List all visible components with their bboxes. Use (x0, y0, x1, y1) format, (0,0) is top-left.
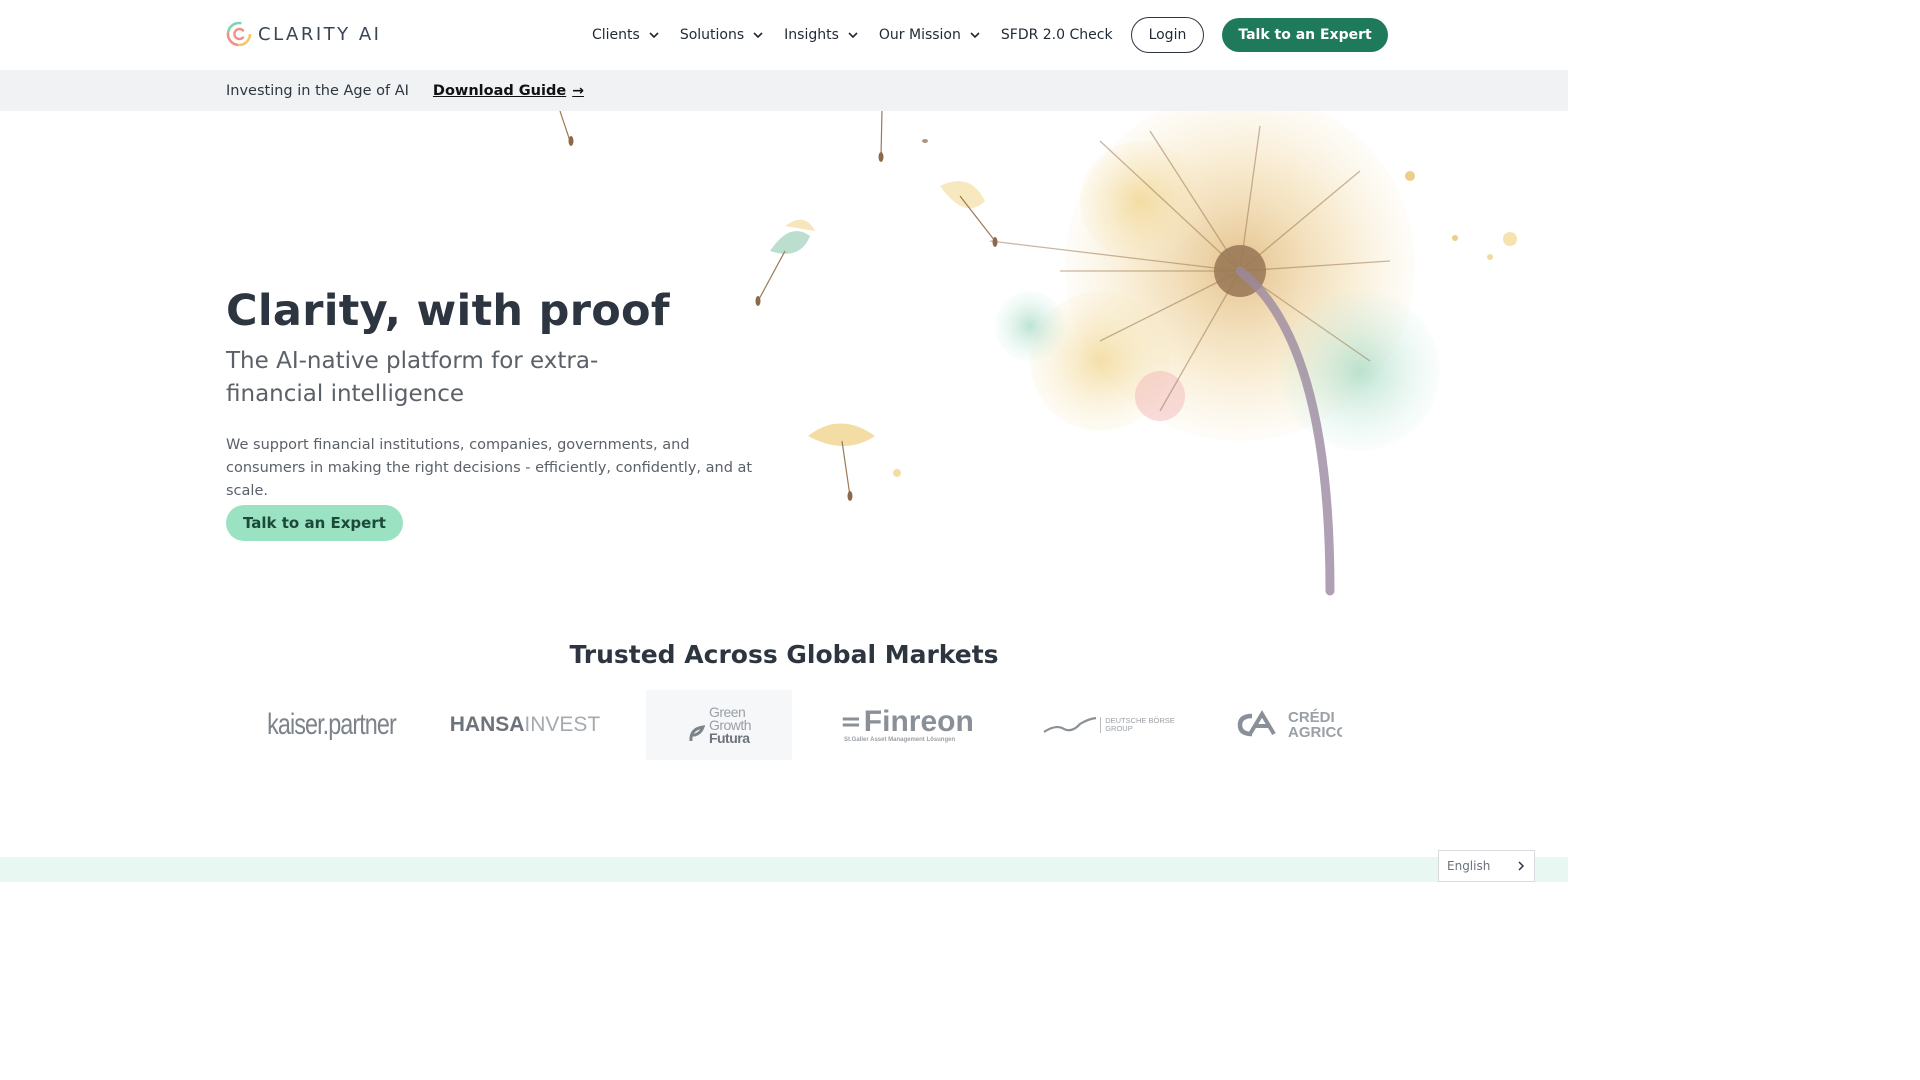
trusted-section-title: Trusted Across Global Markets (569, 640, 999, 669)
nav-clients[interactable]: Clients (592, 27, 660, 43)
language-selector[interactable]: English (1438, 850, 1535, 882)
banner-text: Investing in the Age of AI (226, 82, 409, 99)
download-guide-label: Download Guide (432, 82, 567, 99)
credit-agricole-logo: CRÉDI AGRICO (1236, 690, 1342, 760)
credit-agricole-mark-icon (1237, 710, 1276, 737)
finreon-wordmark: Finreon (863, 705, 974, 738)
kaiser-partner-logo: kaiser.partner (261, 690, 401, 760)
green-growth-futura-logo: Green Growth Futura (646, 690, 792, 760)
hero-title: Clarity, with proof (226, 286, 670, 336)
arrow-right-icon: → (572, 82, 584, 99)
nav-solutions[interactable]: Solutions (680, 27, 764, 43)
clarity-ai-logo[interactable]: CLARITY AI (226, 20, 381, 48)
ggf-leaf-icon (689, 725, 706, 742)
finreon-mark-icon: = (840, 707, 862, 737)
client-logo-strip: kaiser.partner HANSA INVEST Green Growth … (236, 690, 1342, 760)
hansainvest-logo: HANSA INVEST (449, 690, 601, 760)
clarity-logo-icon (226, 21, 252, 47)
main-nav: Clients Solutions Insights Our Mission S… (592, 17, 1388, 53)
nav-label: Clients (592, 27, 640, 43)
talk-to-expert-hero-button[interactable]: Talk to an Expert (226, 505, 403, 541)
chevron-down-icon (970, 32, 980, 39)
next-section-strip (0, 857, 1568, 882)
deutsche-borse-line-2: GROUP (1105, 724, 1133, 733)
nav-label: Insights (784, 27, 839, 43)
nav-label: Solutions (679, 27, 745, 43)
hero-description: We support financial institutions, compa… (226, 437, 753, 499)
kaiser-partner-wordmark: kaiser.partner (266, 708, 397, 741)
chevron-right-icon (1518, 861, 1525, 871)
logo-wordmark: CLARITY AI (258, 23, 382, 45)
language-current: English (1447, 859, 1491, 873)
download-guide-link[interactable]: Download Guide → (433, 83, 584, 99)
announcement-banner: Investing in the Age of AI Download Guid… (0, 70, 1568, 111)
talk-to-expert-header-button[interactable]: Talk to an Expert (1222, 18, 1388, 52)
finreon-logo: = Finreon St.Galler Asset Management Lös… (840, 690, 986, 760)
chevron-down-icon (848, 32, 858, 39)
hero-subtitle: The AI-native platform for extra-financi… (226, 348, 599, 407)
nav-label: Our Mission (878, 27, 961, 43)
dandelion-illustration (559, 111, 1517, 596)
hansainvest-part-b: INVEST (524, 713, 601, 736)
ggf-line-3: Futura (708, 729, 750, 746)
credit-agricole-line-2: AGRICO (1288, 724, 1342, 741)
site-header: CLARITY AI Clients Solutions Insights Ou… (0, 0, 1568, 70)
hansainvest-part-a: HANSA (449, 713, 525, 736)
credit-agricole-line-1: CRÉDI (1288, 709, 1335, 726)
deutsche-borse-logo: DEUTSCHE BÖRSE GROUP (1041, 690, 1176, 760)
login-button[interactable]: Login (1130, 17, 1205, 53)
finreon-tagline: St.Galler Asset Management Lösungen (844, 737, 956, 743)
nav-sfdr-check[interactable]: SFDR 2.0 Check (1001, 27, 1113, 43)
nav-insights[interactable]: Insights (784, 27, 859, 43)
deutsche-borse-graph-icon (1043, 716, 1097, 733)
nav-our-mission[interactable]: Our Mission (879, 27, 981, 43)
chevron-down-icon (649, 32, 659, 39)
chevron-down-icon (753, 32, 763, 39)
